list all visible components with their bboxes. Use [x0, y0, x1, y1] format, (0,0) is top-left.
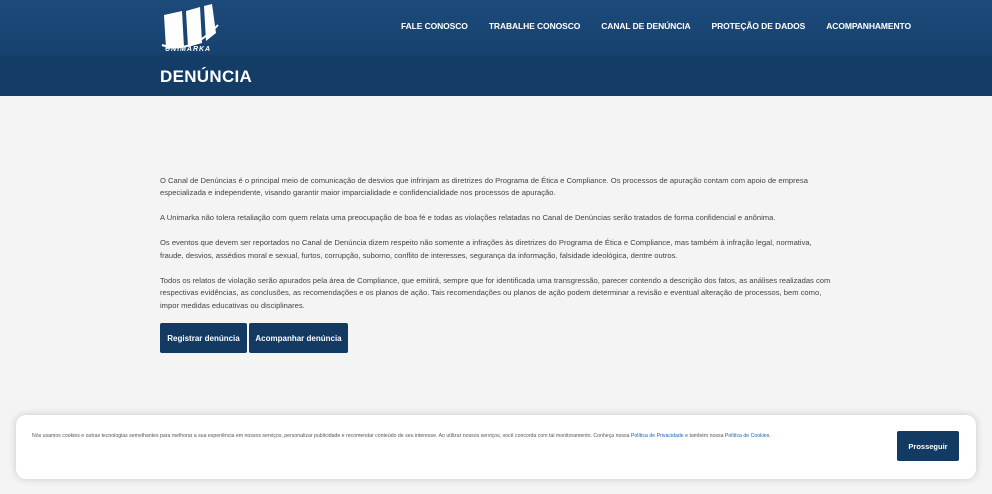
title-band — [0, 58, 992, 96]
cookie-middle-text: e também nossa — [683, 433, 725, 439]
paragraph-events: Os eventos que devem ser reportados no C… — [160, 238, 812, 260]
privacy-policy-link[interactable]: Política de Privacidade — [631, 433, 684, 439]
nav-trabalhe-conosco[interactable]: TRABALHE CONOSCO — [489, 21, 581, 31]
brand-name: UNIMARKA — [165, 46, 212, 53]
action-buttons: Registrar denúncia Acompanhar denúncia — [160, 323, 348, 353]
paragraph-retaliation: A Unimarka não tolera retaliação com que… — [160, 213, 776, 223]
cookie-end-text: . — [769, 433, 771, 439]
cookie-banner: Nós usamos cookies e outras tecnologias … — [16, 415, 976, 479]
page-title: DENÚNCIA — [160, 67, 253, 86]
nav-acompanhamento[interactable]: ACOMPANHAMENTO — [826, 21, 911, 31]
nav-canal-de-denuncia[interactable]: CANAL DE DENÚNCIA — [601, 21, 690, 31]
main-content: O Canal de Denúncias é o principal meio … — [160, 175, 835, 325]
main-nav: FALE CONOSCO TRABALHE CONOSCO CANAL DE D… — [401, 21, 932, 31]
cookie-policy-link[interactable]: Política de Cookies — [725, 433, 769, 439]
cookie-message: Nós usamos cookies e outras tecnologias … — [32, 433, 631, 439]
paragraph-compliance: Todos os relatos de violação serão apura… — [160, 275, 831, 310]
prosseguir-button[interactable]: Prosseguir — [897, 431, 959, 461]
register-report-button[interactable]: Registrar denúncia — [160, 323, 247, 353]
nav-protecao-de-dados[interactable]: PROTEÇÃO DE DADOS — [712, 21, 806, 31]
site-header: UNIMARKA FALE CONOSCO TRABALHE CONOSCO C… — [0, 0, 992, 96]
paragraph-intro: O Canal de Denúncias é o principal meio … — [160, 176, 808, 198]
cookie-text: Nós usamos cookies e outras tecnologias … — [32, 433, 771, 439]
nav-fale-conosco[interactable]: FALE CONOSCO — [401, 21, 468, 31]
follow-report-button[interactable]: Acompanhar denúncia — [249, 323, 348, 353]
